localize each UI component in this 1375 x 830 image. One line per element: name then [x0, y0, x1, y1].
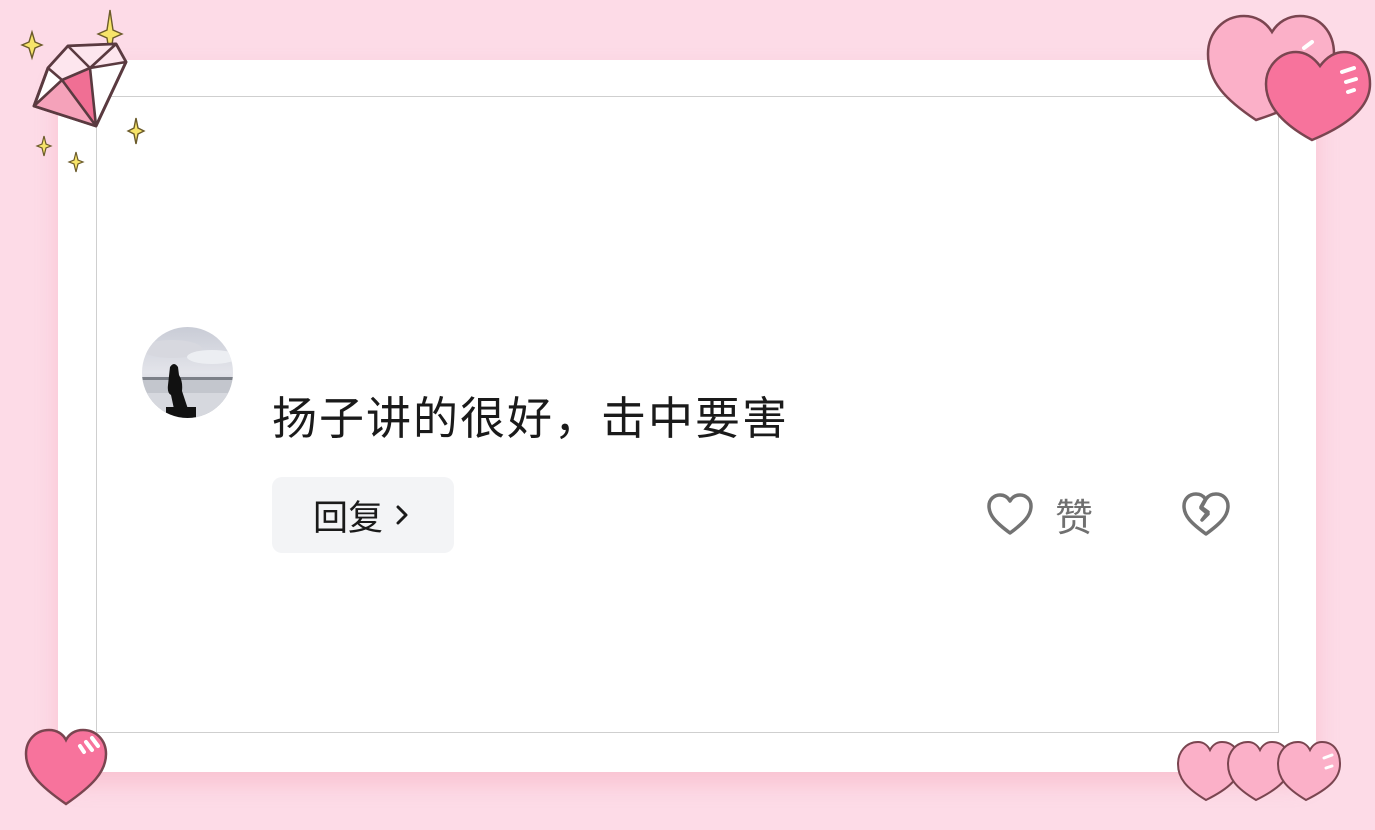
reply-button[interactable]: 回复: [272, 477, 454, 553]
avatar[interactable]: [142, 327, 233, 418]
comment-text: 扬子讲的很好，击中要害: [272, 392, 790, 445]
avatar-image: [142, 327, 233, 418]
like-button[interactable]: 赞: [985, 488, 1093, 540]
heart-outline-icon: [987, 493, 1033, 535]
dislike-button[interactable]: [1180, 488, 1232, 540]
chevron-right-icon: [396, 505, 408, 525]
broken-heart-icon: [1182, 492, 1230, 536]
reply-label: 回复: [312, 498, 383, 539]
like-label: 赞: [1055, 495, 1094, 540]
